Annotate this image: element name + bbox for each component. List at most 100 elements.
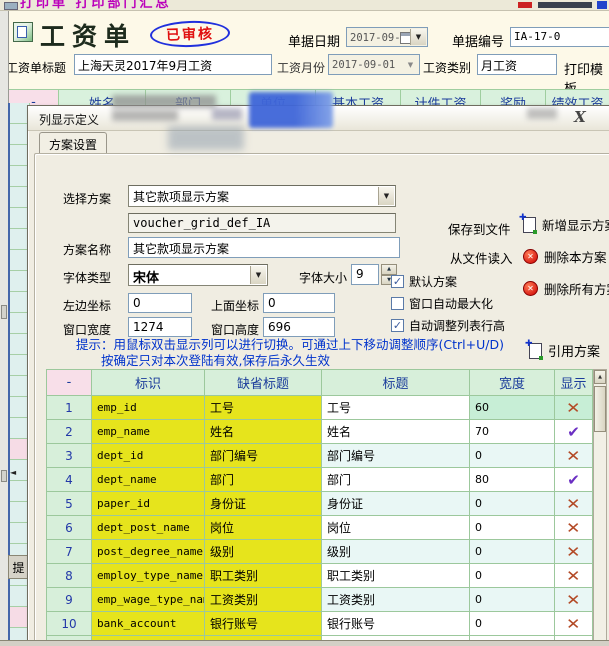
columns-table-header-cell[interactable]: - — [47, 370, 92, 396]
columns-table: -标识缺省标题标题宽度显示 1emp_id工号工号60✕2emp_name姓名姓… — [46, 369, 594, 646]
delete-circle-icon: ✕ — [523, 281, 538, 296]
select-scheme-combo[interactable]: 其它款项显示方案 ▼ — [128, 185, 396, 207]
table-row[interactable]: 8employ_type_name职工类别职工类别0✕ — [47, 564, 594, 588]
columns-table-header-cell[interactable]: 标题 — [322, 370, 470, 396]
checkbox-icon[interactable] — [391, 297, 404, 310]
checkbox-label: 窗口自动最大化 — [409, 295, 493, 312]
columns-table-header-cell[interactable]: 缺省标题 — [205, 370, 322, 396]
scheme-name-input[interactable]: 其它款项显示方案 — [128, 237, 400, 258]
table-row[interactable]: 10bank_account银行账号银行账号0✕ — [47, 612, 594, 636]
checkbox-icon[interactable]: ✓ — [391, 275, 404, 288]
table-row[interactable]: 5paper_id身份证身份证0✕ — [47, 492, 594, 516]
read-from-file-button[interactable]: 从文件读入 — [450, 248, 513, 267]
censored-blur — [212, 108, 242, 120]
columns-table-header-cell[interactable]: 宽度 — [470, 370, 555, 396]
columns-table-header-cell[interactable]: 显示 — [555, 370, 593, 396]
toolbar-clipped-text[interactable]: 打印单 打印部门汇总 — [20, 0, 172, 11]
checkbox-icon[interactable]: ✓ — [391, 319, 404, 332]
checkbox-label: 默认方案 — [409, 273, 457, 290]
censored-blur — [168, 126, 244, 150]
font-type-combo[interactable]: 宋体 ▼ — [128, 264, 268, 286]
font-type-label: 字体类型 — [63, 269, 111, 286]
save-to-file-button[interactable]: 保存到文件 — [448, 219, 511, 238]
chevron-down-icon[interactable]: ▼ — [250, 266, 266, 284]
doc-date-field[interactable]: 2017-09-14 ▼ — [346, 27, 428, 47]
columns-table-header: -标识缺省标题标题宽度显示 — [47, 370, 594, 396]
background-panel-fragment: 提 — [8, 555, 29, 579]
censored-blur — [112, 95, 216, 108]
doc-no-label: 单据编号 — [452, 31, 504, 50]
top-coord-label: 上面坐标 — [211, 297, 259, 314]
toolbar-fragment — [597, 1, 607, 9]
ref-page-icon — [529, 343, 542, 359]
censored-blur — [249, 92, 333, 128]
page-title: 工资单 — [40, 17, 136, 53]
hidden-x-icon: ✕ — [566, 543, 580, 561]
toolbar-fragment — [538, 2, 592, 8]
toolbar-fragment — [518, 2, 532, 8]
hidden-x-icon: ✕ — [566, 495, 580, 513]
audit-stamp-text: 已审核 — [166, 23, 215, 45]
checkbox-1[interactable]: ✓ 默认方案 — [391, 273, 457, 290]
table-row[interactable]: 6dept_post_name岗位岗位0✕ — [47, 516, 594, 540]
hidden-x-icon: ✕ — [566, 399, 580, 417]
peek-text: 提 — [12, 559, 24, 576]
salary-type-label: 工资类别 — [423, 59, 471, 76]
font-size-label: 字体大小 — [299, 269, 347, 286]
hidden-x-icon: ✕ — [566, 567, 580, 585]
hidden-x-icon: ✕ — [566, 615, 580, 633]
chevron-down-icon[interactable]: ▼ — [403, 56, 418, 73]
ref-scheme-button[interactable]: 引用方案 — [529, 341, 600, 360]
columns-table-header-cell[interactable]: 标识 — [92, 370, 205, 396]
delete-scheme-button[interactable]: ✕ 删除本方案 — [523, 247, 607, 266]
left-arrow-icon[interactable]: ◄ — [10, 468, 16, 477]
censored-blur — [112, 110, 178, 121]
table-row[interactable]: 2emp_name姓名姓名70✔ — [47, 420, 594, 444]
hidden-x-icon: ✕ — [566, 591, 580, 609]
payroll-title-label: 工资单标题 — [6, 59, 66, 76]
top-coord-input[interactable]: 0 — [263, 293, 335, 313]
scheme-name-label: 方案名称 — [63, 241, 111, 258]
scheme-code-field[interactable]: voucher_grid_def_IA — [128, 213, 396, 233]
left-coord-input[interactable]: 0 — [128, 293, 192, 313]
left-coord-label: 左边坐标 — [63, 297, 111, 314]
table-row[interactable]: 3dept_id部门编号部门编号0✕ — [47, 444, 594, 468]
table-scrollbar[interactable]: ▲ ▼ — [593, 369, 607, 646]
table-row[interactable]: 4dept_name部门部门80✔ — [47, 468, 594, 492]
delete-all-schemes-button[interactable]: ✕ 删除所有方案 — [523, 279, 609, 298]
hidden-x-icon: ✕ — [566, 447, 580, 465]
scrollbar-button[interactable] — [1, 305, 7, 319]
screenshot-root: 打印单 打印部门汇总 工资单 已审核 单据日期 2017-09-14 ▼ 单据编… — [0, 0, 609, 646]
payroll-title-input[interactable]: 上海天灵2017年9月工资 — [74, 54, 272, 75]
salary-month-field[interactable]: 2017-09-01 ▼ — [328, 54, 420, 75]
scroll-up-icon[interactable]: ▲ — [594, 370, 606, 384]
close-icon[interactable]: X — [571, 108, 589, 126]
scrollbar-thumb[interactable] — [594, 386, 606, 432]
visible-check-icon: ✔ — [567, 471, 580, 489]
tab-scheme-settings[interactable]: 方案设置 — [39, 132, 107, 155]
doc-date-label: 单据日期 — [288, 31, 340, 50]
columns-table-body: 1emp_id工号工号60✕2emp_name姓名姓名70✔3dept_id部门… — [47, 396, 594, 646]
salary-type-input[interactable]: 月工资 — [477, 54, 557, 75]
checkbox-2[interactable]: 窗口自动最大化 — [391, 295, 493, 312]
dialog-title: 列显示定义 — [39, 111, 99, 128]
table-row[interactable]: 7post_degree_name级别级别0✕ — [47, 540, 594, 564]
table-row[interactable]: 1emp_id工号工号60✕ — [47, 396, 594, 420]
scrollbar-button[interactable] — [1, 470, 7, 482]
add-page-icon — [523, 217, 536, 233]
salary-month-label: 工资月份 — [277, 59, 325, 76]
censored-blur — [527, 108, 557, 119]
hidden-x-icon: ✕ — [566, 519, 580, 537]
chevron-down-icon[interactable]: ▼ — [378, 187, 394, 205]
checkbox-3[interactable]: ✓自动调整列表行高 — [391, 317, 505, 334]
doc-no-field[interactable]: IA-17-0 — [510, 27, 609, 47]
table-row[interactable]: 9emp_wage_type_name工资类别工资类别0✕ — [47, 588, 594, 612]
select-scheme-label: 选择方案 — [63, 190, 111, 207]
visible-check-icon: ✔ — [567, 423, 580, 441]
form-icon — [13, 22, 33, 42]
add-scheme-button[interactable]: 新增显示方案 — [523, 215, 609, 234]
chevron-down-icon[interactable]: ▼ — [410, 29, 426, 45]
toolbar-icon[interactable] — [4, 2, 18, 10]
window-bottom-edge — [0, 640, 609, 646]
font-size-input[interactable]: 9 — [351, 264, 379, 285]
